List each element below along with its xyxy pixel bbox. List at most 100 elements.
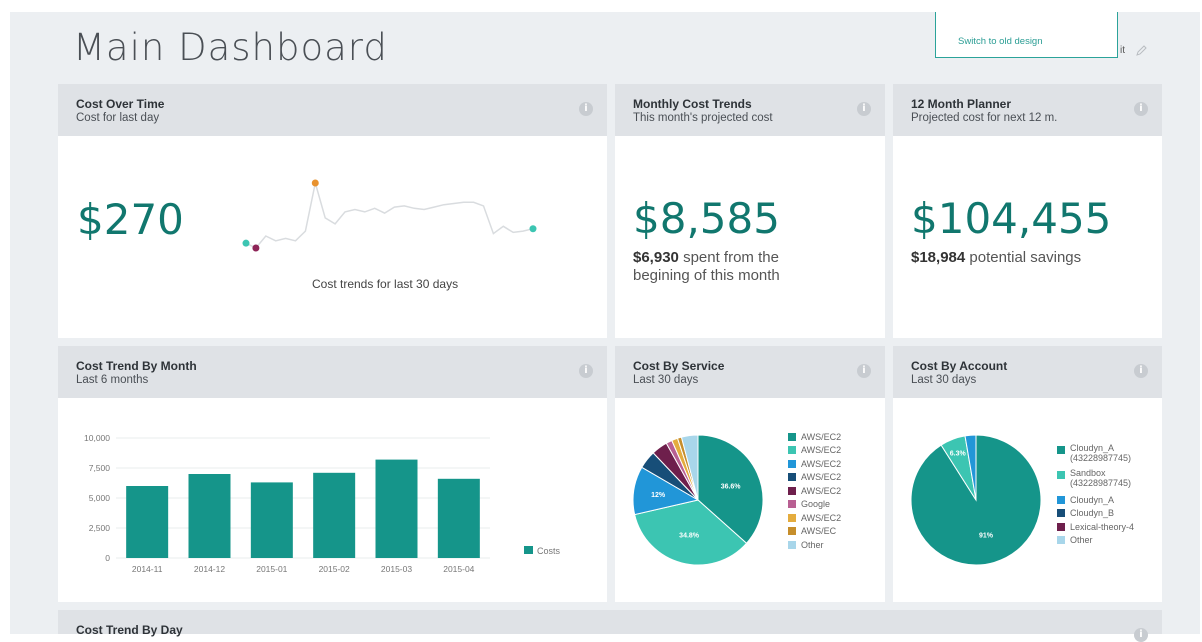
legend-item[interactable]: Cloudyn_B xyxy=(1057,507,1134,521)
cost-by-account-pie: 91% 6.3% xyxy=(910,434,1042,566)
daily-cost-value: $270 xyxy=(77,195,184,244)
bar-2014-11[interactable] xyxy=(126,486,169,558)
legend-item[interactable]: AWS/EC2 xyxy=(788,457,841,471)
legend-swatch-costs xyxy=(524,546,533,554)
card-subtitle: Last 30 days xyxy=(633,374,699,386)
legend-label: AWS/EC2 xyxy=(801,472,842,483)
info-icon[interactable]: i xyxy=(579,102,593,116)
legend-item[interactable]: Cloudyn_A xyxy=(1057,493,1134,507)
legend-swatch xyxy=(788,527,796,536)
x-tick-label: 2015-04 xyxy=(443,564,474,574)
legend-item[interactable]: Google xyxy=(788,498,841,512)
legend-label: Lexical-theory-4 xyxy=(1070,521,1135,532)
info-icon[interactable]: i xyxy=(1134,364,1148,378)
legend-item[interactable]: AWS/EC2 xyxy=(788,511,841,525)
legend-swatch xyxy=(788,473,796,482)
legend-swatch xyxy=(788,513,796,522)
legend-item[interactable]: Cloudyn_A (43228987745) xyxy=(1057,443,1134,468)
legend-swatch xyxy=(1057,536,1065,545)
cost-over-time-card: Cost Over Time Cost for last day i $270 … xyxy=(58,84,607,338)
savings-description: $18,984 potential savings xyxy=(911,249,1081,267)
legend-label: Other xyxy=(801,539,824,550)
legend-item[interactable]: Other xyxy=(788,538,841,552)
legend-label: Other xyxy=(1070,535,1093,546)
card-subtitle: Last 30 days xyxy=(911,374,977,386)
cost-by-account-card: Cost By Account Last 30 days i 91% 6.3% C… xyxy=(893,346,1162,602)
card-header: Cost Over Time Cost for last day i xyxy=(58,84,607,136)
card-title: Cost By Account xyxy=(911,359,1008,373)
legend-item[interactable]: AWS/EC xyxy=(788,525,841,539)
legend-item[interactable]: AWS/EC2 xyxy=(788,471,841,485)
cost-by-day-card: Cost Trend By Day i xyxy=(58,610,1162,642)
bar-2014-12[interactable] xyxy=(188,474,231,558)
legend-swatch xyxy=(788,446,796,455)
projected-annual-cost-value: $104,455 xyxy=(911,194,1112,243)
spent-text: spent from the xyxy=(683,249,779,266)
card-header: Cost By Service Last 30 days i xyxy=(615,346,885,398)
spent-text-line2: begining of this month xyxy=(633,267,780,284)
legend-swatch xyxy=(1057,446,1065,454)
card-subtitle: Projected cost for next 12 m. xyxy=(911,112,1058,124)
info-icon[interactable]: i xyxy=(1134,628,1148,642)
x-tick-label: 2014-11 xyxy=(132,564,163,574)
legend-item[interactable]: Sandbox (43228987745) xyxy=(1057,468,1134,493)
legend-label: AWS/EC xyxy=(801,526,837,537)
x-tick-label: 2015-03 xyxy=(381,564,412,574)
x-tick-label: 2014-12 xyxy=(194,564,225,574)
legend-item[interactable]: AWS/EC2 xyxy=(788,484,841,498)
legend-swatch xyxy=(1057,495,1065,504)
projected-cost-value: $8,585 xyxy=(633,194,780,243)
info-icon[interactable]: i xyxy=(857,364,871,378)
sparkline-end-point xyxy=(529,225,537,233)
legend-label: AWS/EC2 xyxy=(801,431,842,442)
y-tick-label: 10,000 xyxy=(84,433,110,443)
card-header: Monthly Cost Trends This month's project… xyxy=(615,84,885,136)
info-icon[interactable]: i xyxy=(579,364,593,378)
sparkline-caption: Cost trends for last 30 days xyxy=(312,277,459,291)
legend-label: Google xyxy=(801,499,831,510)
bar-2015-03[interactable] xyxy=(375,459,418,558)
sparkline-max-point xyxy=(311,179,319,187)
page-title: Main Dashboard xyxy=(73,26,388,69)
legend-item[interactable]: Lexical-theory-4 xyxy=(1057,520,1134,534)
pie-slice-label: 91% xyxy=(979,532,994,539)
bar-2015-01[interactable] xyxy=(250,482,293,558)
card-subtitle: Cost for last day xyxy=(76,112,160,124)
pencil-icon[interactable] xyxy=(1134,44,1148,58)
legend-swatch xyxy=(788,486,796,495)
service-legend: AWS/EC2 AWS/EC2 AWS/EC2 AWS/EC2 AWS/EC2 Googl… xyxy=(788,430,841,552)
y-tick-label: 7,500 xyxy=(89,463,111,473)
sparkline-line xyxy=(245,182,534,249)
legend-label: AWS/EC2 xyxy=(801,458,842,469)
legend-swatch xyxy=(788,432,796,441)
legend-swatch xyxy=(788,500,796,509)
switch-to-old-design-link[interactable]: Switch to old design xyxy=(958,36,1043,47)
info-icon[interactable]: i xyxy=(857,102,871,116)
legend-item[interactable]: Other xyxy=(1057,534,1134,548)
cost-by-service-card: Cost By Service Last 30 days i 36.6% 34.8… xyxy=(615,346,885,602)
legend-label: AWS/EC2 xyxy=(801,512,842,523)
legend-label: AWS/EC2 xyxy=(801,445,842,456)
legend-item[interactable]: AWS/EC2 xyxy=(788,430,841,444)
legend-item[interactable]: AWS/EC2 xyxy=(788,444,841,458)
edit-link-fragment[interactable]: it xyxy=(1120,45,1125,56)
pie-slice-label: 6.3% xyxy=(950,451,967,458)
cost-by-service-pie: 36.6% 34.8% 12% xyxy=(632,434,764,566)
card-header: Cost Trend By Day i xyxy=(58,610,1162,642)
cost-by-month-card: Cost Trend By Month Last 6 months i 0 2,5… xyxy=(58,346,607,602)
legend-label: Cloudyn_A (43228987745) xyxy=(1070,443,1132,463)
legend-swatch xyxy=(1057,471,1065,479)
card-title: Monthly Cost Trends xyxy=(633,97,752,111)
legend-label: Sandbox (43228987745) xyxy=(1070,468,1132,488)
legend-label: Cloudyn_A xyxy=(1070,494,1115,505)
legend-label: Cloudyn_B xyxy=(1070,508,1115,519)
legend-swatch xyxy=(788,459,796,468)
info-icon[interactable]: i xyxy=(1134,102,1148,116)
bar-2015-04[interactable] xyxy=(437,478,480,558)
legend-swatch xyxy=(788,540,796,549)
card-subtitle: This month's projected cost xyxy=(633,112,773,124)
card-subtitle: Last 6 months xyxy=(76,374,149,386)
legend-label-costs: Costs xyxy=(537,546,561,556)
bar-2015-02[interactable] xyxy=(313,472,356,558)
card-title: Cost Trend By Day xyxy=(76,623,183,637)
